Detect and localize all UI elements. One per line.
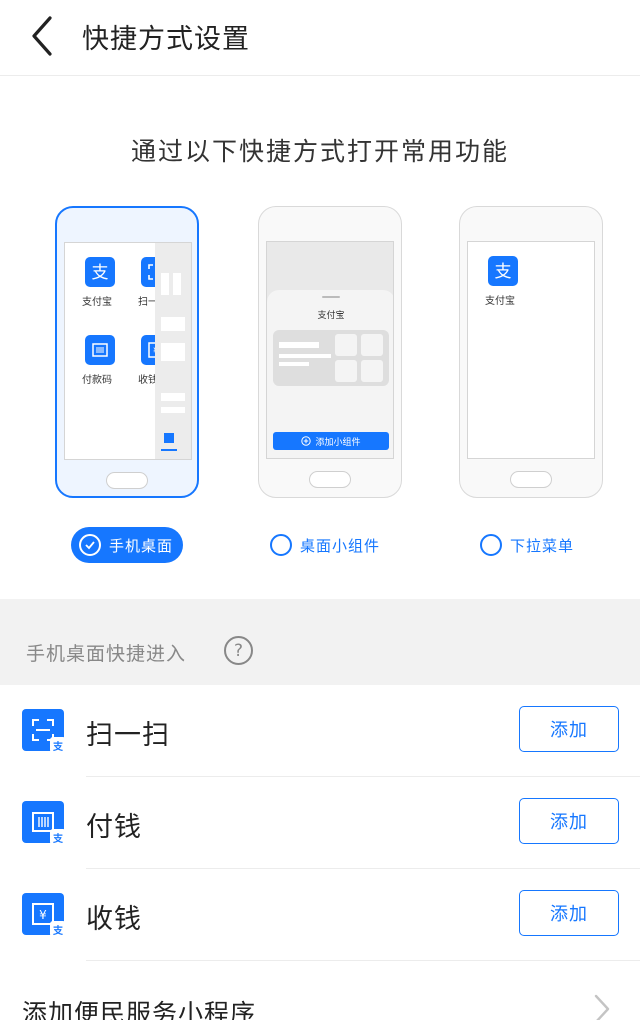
phone-preview-dropdown[interactable]: 支 支付宝	[459, 206, 603, 498]
option-dropdown[interactable]: 下拉菜单	[480, 527, 574, 563]
option-widget[interactable]: 桌面小组件	[270, 527, 380, 563]
svg-text:支: 支	[495, 262, 512, 281]
add-mini-program-label: 添加便民服务小程序	[22, 999, 257, 1020]
app-label: 支付宝	[485, 296, 515, 307]
option-label: 下拉菜单	[510, 536, 575, 555]
svg-text:支: 支	[92, 263, 109, 282]
back-button[interactable]	[24, 14, 64, 58]
widget-panel: 支付宝 添加小组件	[267, 290, 393, 458]
alipay-badge-icon: 支	[50, 921, 66, 937]
option-label: 手机桌面	[109, 536, 174, 555]
alipay-badge-icon: 支	[50, 737, 66, 753]
alipay-app-icon: 支	[85, 257, 115, 287]
home-button	[309, 471, 351, 488]
barcode-app-icon	[85, 335, 115, 365]
home-button	[106, 472, 148, 489]
receive-money-icon: ¥ 支	[22, 893, 66, 937]
phone-screen: 支 支付宝 扫一 付款码 ¥ 收钱	[64, 242, 192, 460]
add-widget-button: 添加小组件	[273, 432, 389, 450]
intro-text: 通过以下快捷方式打开常用功能	[130, 137, 509, 166]
widget-card	[273, 330, 389, 386]
row-label: 付钱	[86, 812, 142, 843]
page-title: 快捷方式设置	[82, 24, 250, 55]
add-button[interactable]: 添加	[519, 798, 619, 844]
phone-preview-desktop[interactable]: 支 支付宝 扫一 付款码 ¥ 收钱	[55, 206, 199, 498]
app-drawer-overlay	[155, 243, 191, 459]
app-label: 付款码	[82, 375, 112, 386]
section-title: 手机桌面快捷进入	[26, 643, 187, 665]
row-label: 收钱	[86, 904, 142, 935]
phone-screen: 支付宝 添加小组件	[266, 241, 394, 459]
add-mini-program-row[interactable]: 添加便民服务小程序	[0, 974, 640, 1020]
barcode-icon: 支	[22, 801, 66, 845]
radio-icon	[270, 534, 292, 556]
help-icon[interactable]: ?	[224, 636, 253, 665]
add-button[interactable]: 添加	[519, 706, 619, 752]
svg-text:¥: ¥	[39, 908, 47, 922]
widget-title: 支付宝	[317, 311, 345, 321]
phone-preview-widget[interactable]: 支付宝 添加小组件	[258, 206, 402, 498]
shortcut-row-receive: ¥ 支 收钱 添加	[0, 869, 640, 961]
option-desktop[interactable]: 手机桌面	[71, 527, 183, 563]
option-label: 桌面小组件	[300, 536, 381, 555]
app-label: 支付宝	[82, 297, 112, 308]
home-button	[510, 471, 552, 488]
row-label: 扫一扫	[86, 720, 170, 751]
phone-screen: 支 支付宝	[467, 241, 595, 459]
add-widget-label: 添加小组件	[315, 437, 361, 448]
check-icon	[79, 534, 101, 556]
alipay-app-icon: 支	[488, 256, 518, 286]
chevron-left-icon	[32, 16, 52, 56]
radio-icon	[480, 534, 502, 556]
app-header: 快捷方式设置	[0, 0, 640, 76]
alipay-badge-icon: 支	[50, 829, 66, 845]
divider	[86, 960, 640, 961]
plus-circle-icon	[301, 436, 312, 446]
drag-handle	[322, 296, 340, 298]
scan-icon: 支	[22, 709, 66, 753]
shortcut-row-pay: 支 付钱 添加	[0, 777, 640, 869]
chevron-right-icon	[594, 994, 610, 1020]
shortcut-row-scan: 支 扫一扫 添加	[0, 685, 640, 777]
add-button[interactable]: 添加	[519, 890, 619, 936]
